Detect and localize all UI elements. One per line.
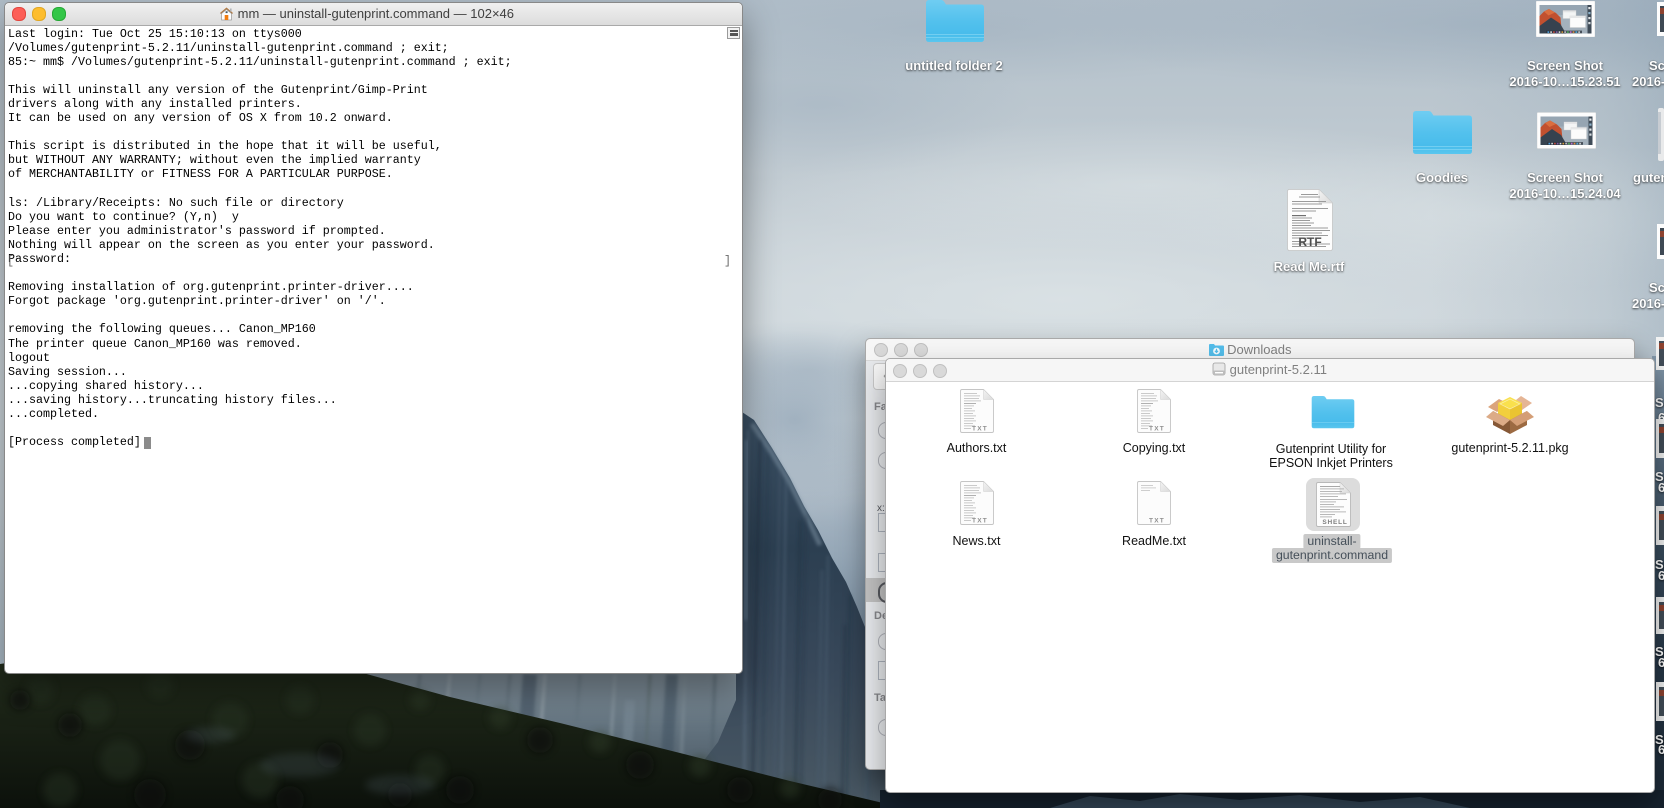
svg-text:SHELL: SHELL [1322,519,1347,526]
svg-text:RTF: RTF [1298,235,1321,249]
